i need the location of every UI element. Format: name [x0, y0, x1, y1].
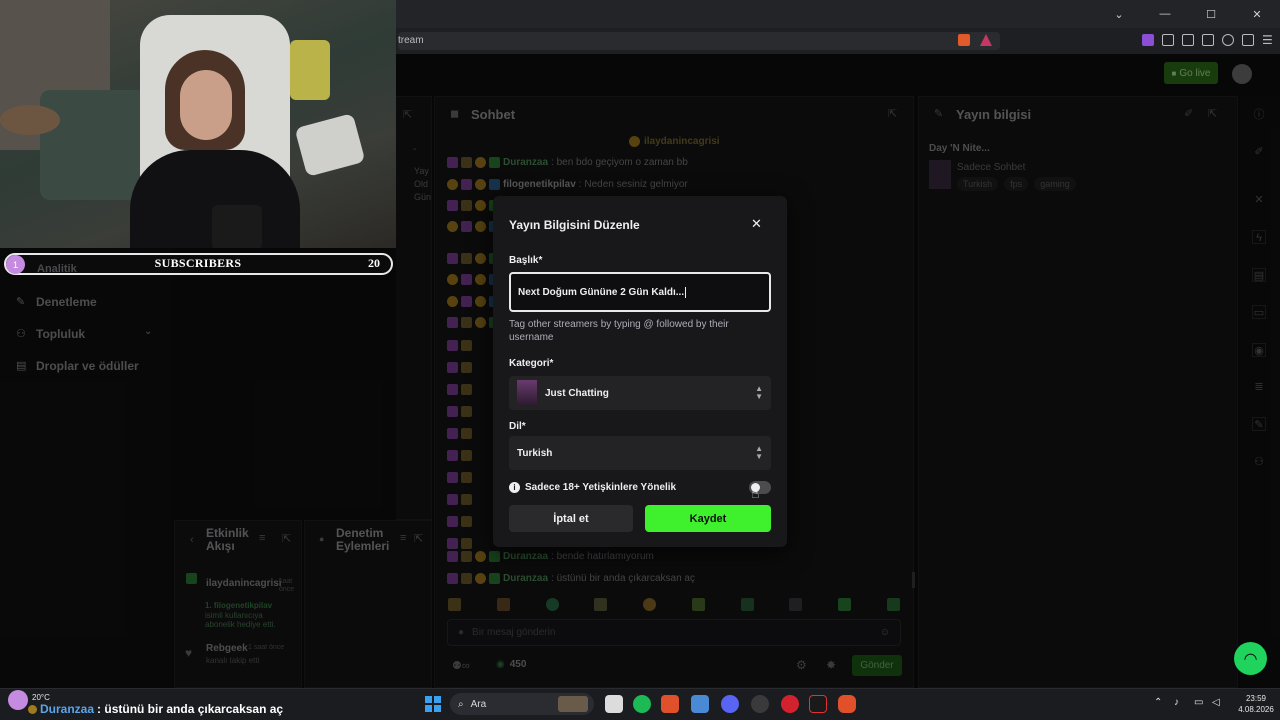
person-face-shape: [180, 70, 232, 140]
adult-content-label: Sadece 18+ Yetişkinlere Yönelik: [525, 482, 677, 493]
taskbar-clock[interactable]: 23:59 4.08.2026: [1236, 693, 1276, 715]
start-tile: [434, 696, 441, 703]
ticker-username: Duranzaa: [40, 702, 95, 716]
network-icon[interactable]: ▭: [1194, 697, 1203, 708]
microphone-icon[interactable]: ♪: [1174, 697, 1179, 708]
search-label: Ara: [470, 698, 487, 710]
title-label: Başlık*: [509, 255, 543, 266]
ticker-text: : üstünü bir anda çıkarcaksan aç: [97, 702, 284, 716]
text-cursor: [685, 286, 687, 298]
microphone-shape: [212, 205, 262, 248]
webcam-overlay: [0, 0, 396, 248]
title-input[interactable]: Next Doğum Gününe 2 Gün Kaldı...: [509, 272, 771, 312]
support-chat-button[interactable]: ◠: [1234, 642, 1267, 675]
wallet-icon[interactable]: [1202, 34, 1214, 46]
category-box-art: [517, 380, 537, 406]
category-label: Kategori*: [509, 358, 554, 369]
chevron-updown-icon: ▲ ▼: [755, 444, 763, 461]
opera-icon[interactable]: [781, 695, 799, 713]
start-tile: [434, 705, 441, 712]
info-icon: i: [509, 482, 520, 493]
start-tile: [425, 705, 432, 712]
file-explorer-icon[interactable]: [605, 695, 623, 713]
cancel-button[interactable]: İptal et: [509, 505, 633, 532]
table-shape: [0, 105, 60, 135]
taskbar-search[interactable]: ⌕ Ara: [450, 693, 594, 715]
vpn-icon[interactable]: [1242, 34, 1254, 46]
app-icon[interactable]: [751, 695, 769, 713]
weather-temp[interactable]: 20°C: [32, 693, 50, 702]
close-window-icon[interactable]: ✕: [1234, 0, 1280, 28]
start-tile: [425, 696, 432, 703]
clock-time: 23:59: [1245, 694, 1267, 703]
puzzle-icon[interactable]: [1162, 34, 1174, 46]
url-text: tream: [398, 35, 424, 46]
stream-ticker: Duranzaa: üstünü bir anda çıkarcaksan aç: [28, 702, 283, 716]
app-icon[interactable]: [809, 695, 827, 713]
discord-icon[interactable]: [721, 695, 739, 713]
plush-toy-shape: [290, 40, 330, 100]
category-value: Just Chatting: [545, 387, 609, 399]
mouse-cursor-icon: ☝: [751, 485, 760, 501]
brave-icon[interactable]: [838, 695, 856, 713]
window-controls: ⌄ — ☐ ✕: [1096, 0, 1280, 28]
volume-icon[interactable]: ◁: [1212, 697, 1220, 708]
search-highlight-icon: [558, 696, 588, 712]
tray-chevron-icon[interactable]: ⌃: [1154, 697, 1162, 708]
start-button[interactable]: [425, 696, 441, 712]
extension-icon[interactable]: [1142, 34, 1154, 46]
leo-icon[interactable]: [1222, 34, 1234, 46]
sidebar-toggle-icon[interactable]: [1182, 34, 1194, 46]
maximize-icon[interactable]: ☐: [1188, 0, 1234, 28]
headset-icon: ◠: [1244, 650, 1257, 668]
brave-shield-icon[interactable]: [958, 34, 970, 46]
weather-icon[interactable]: [8, 690, 28, 710]
app-icon[interactable]: [691, 695, 709, 713]
adult-content-row: i Sadece 18+ Yetişkinlere Yönelik: [509, 482, 676, 493]
language-value: Turkish: [517, 447, 553, 459]
edit-stream-info-modal: [493, 196, 787, 547]
language-label: Dil*: [509, 421, 526, 432]
category-select[interactable]: Just Chatting ▲ ▼: [509, 376, 771, 410]
title-input-value: Next Doğum Gününe 2 Gün Kaldı...: [518, 286, 685, 298]
modal-title: Yayın Bilgisini Düzenle: [509, 218, 640, 232]
menu-icon[interactable]: ☰: [1262, 33, 1273, 47]
subscribers-label: SUBSCRIBERS: [154, 256, 242, 270]
pillow-shape: [294, 113, 366, 177]
save-button[interactable]: Kaydet: [645, 505, 771, 532]
chevron-updown-icon: ▲ ▼: [755, 384, 763, 401]
close-icon[interactable]: ✕: [751, 216, 762, 232]
brave-icon[interactable]: [661, 695, 679, 713]
url-field[interactable]: tream: [398, 32, 1000, 50]
title-hint: Tag other streamers by typing @ followed…: [509, 319, 729, 343]
tab-list-icon[interactable]: ⌄: [1096, 0, 1142, 28]
subscribers-count: 20: [368, 256, 380, 270]
spotify-icon[interactable]: [633, 695, 651, 713]
gold-badge-icon: [28, 704, 37, 714]
search-icon: ⌕: [458, 698, 464, 710]
minimize-icon[interactable]: —: [1142, 0, 1188, 28]
language-select[interactable]: Turkish ▲ ▼: [509, 436, 771, 470]
clock-date: 4.08.2026: [1238, 705, 1274, 714]
